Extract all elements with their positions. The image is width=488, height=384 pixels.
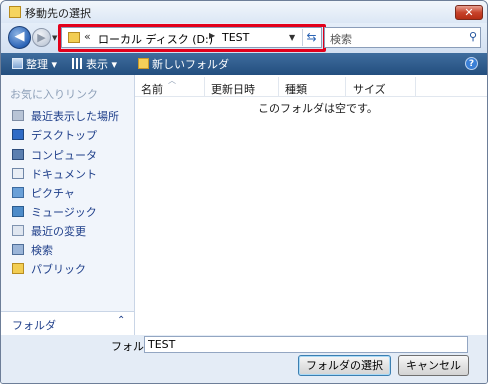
nav-item-recent-places[interactable]: 最近表示した場所 bbox=[12, 108, 119, 126]
pictures-icon bbox=[12, 187, 24, 198]
column-size[interactable]: サイズ bbox=[353, 81, 386, 97]
column-header-row: 名前 ︿ 更新日時 種類 サイズ bbox=[135, 76, 487, 97]
computer-icon bbox=[12, 149, 24, 160]
desktop-icon bbox=[12, 129, 24, 140]
folder-name-input[interactable]: TEST bbox=[144, 336, 468, 353]
sort-ascending-icon: ︿ bbox=[168, 76, 176, 85]
folders-label: フォルダ bbox=[12, 319, 56, 332]
views-label: 表示 bbox=[86, 58, 108, 71]
column-name[interactable]: 名前 bbox=[141, 81, 163, 97]
searches-icon bbox=[12, 244, 24, 255]
organize-label: 整理 bbox=[26, 58, 48, 71]
help-icon[interactable]: ? bbox=[465, 57, 478, 70]
nav-item-music[interactable]: ミュージック bbox=[12, 204, 97, 222]
nav-item-searches[interactable]: 検索 bbox=[12, 242, 53, 260]
recent-pages-dropdown[interactable]: ▼ bbox=[52, 34, 57, 42]
navigation-pane: お気に入りリンク 最近表示した場所 デスクトップ コンピュータ ドキュメント ピ… bbox=[1, 75, 135, 336]
recent-places-icon bbox=[12, 110, 24, 121]
file-list-pane: 名前 ︿ 更新日時 種類 サイズ このフォルダは空です。 bbox=[135, 75, 487, 335]
title-bar: 移動先の選択 ✕ bbox=[1, 1, 487, 23]
public-folder-icon bbox=[12, 263, 24, 274]
toolbar: 整理 ▾ 表示 ▾ 新しいフォルダ ? bbox=[1, 53, 487, 75]
select-folder-button[interactable]: フォルダの選択 bbox=[298, 355, 391, 376]
column-type[interactable]: 種類 bbox=[285, 81, 307, 97]
new-folder-label: 新しいフォルダ bbox=[152, 58, 229, 71]
column-divider[interactable] bbox=[278, 77, 279, 96]
recently-changed-icon bbox=[12, 225, 24, 236]
cancel-button[interactable]: キャンセル bbox=[398, 355, 469, 376]
close-button[interactable]: ✕ bbox=[455, 5, 483, 20]
folders-toggle[interactable]: フォルダ ⌃ bbox=[1, 311, 134, 336]
views-icon bbox=[72, 58, 83, 69]
dialog-window: 移動先の選択 ✕ ◀ ▶ ▼ « ローカル ディスク (D:) ▶ TEST ▼… bbox=[0, 0, 488, 384]
nav-item-recently-changed[interactable]: 最近の変更 bbox=[12, 223, 86, 241]
organize-button[interactable]: 整理 ▾ bbox=[12, 56, 57, 72]
nav-item-computer[interactable]: コンピュータ bbox=[12, 147, 97, 165]
chevron-up-icon[interactable]: ⌃ bbox=[117, 315, 125, 326]
search-placeholder: 検索 bbox=[330, 33, 352, 46]
nav-item-pictures[interactable]: ピクチャ bbox=[12, 185, 75, 203]
window-title: 移動先の選択 bbox=[25, 7, 91, 20]
address-highlight bbox=[58, 24, 326, 52]
new-folder-icon bbox=[138, 58, 149, 69]
column-divider[interactable] bbox=[204, 77, 205, 96]
views-button[interactable]: 表示 ▾ bbox=[72, 56, 117, 72]
column-modified[interactable]: 更新日時 bbox=[211, 81, 255, 97]
search-icon[interactable]: ⚲ bbox=[469, 30, 477, 43]
column-divider[interactable] bbox=[415, 77, 416, 96]
search-input[interactable]: 検索 ⚲ bbox=[324, 27, 481, 48]
column-divider[interactable] bbox=[345, 77, 346, 96]
navigation-bar: ◀ ▶ ▼ « ローカル ディスク (D:) ▶ TEST ▼ ⇆ 検索 ⚲ bbox=[1, 23, 487, 53]
empty-folder-message: このフォルダは空です。 bbox=[258, 102, 378, 115]
music-icon bbox=[12, 206, 24, 217]
folder-icon bbox=[9, 6, 21, 18]
favorite-links-heading: お気に入りリンク bbox=[10, 88, 98, 101]
back-button[interactable]: ◀ bbox=[8, 26, 31, 49]
organize-icon bbox=[12, 58, 23, 69]
nav-item-public[interactable]: パブリック bbox=[12, 261, 86, 279]
documents-icon bbox=[12, 168, 24, 179]
dialog-footer: フォルダ: TEST フォルダの選択 キャンセル bbox=[1, 335, 487, 383]
new-folder-button[interactable]: 新しいフォルダ bbox=[138, 56, 229, 72]
forward-button[interactable]: ▶ bbox=[32, 28, 51, 47]
nav-item-documents[interactable]: ドキュメント bbox=[12, 166, 97, 184]
nav-item-desktop[interactable]: デスクトップ bbox=[12, 127, 97, 145]
